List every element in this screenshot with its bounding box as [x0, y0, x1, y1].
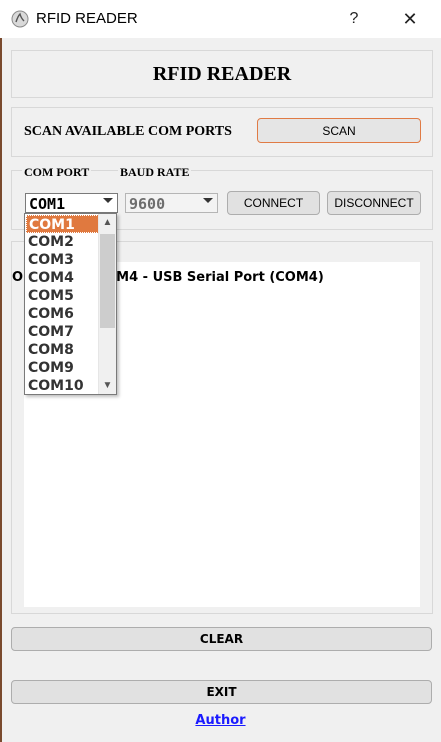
window-title: RFID READER	[36, 10, 138, 27]
header-panel: RFID READER	[11, 50, 433, 98]
chevron-up-icon[interactable]: ▲	[99, 214, 116, 231]
clear-button[interactable]: CLEAR	[11, 627, 432, 651]
app-icon	[11, 10, 29, 28]
chevron-down-icon[interactable]: ▼	[99, 377, 116, 394]
exit-button[interactable]: EXIT	[11, 680, 432, 704]
page-title: RFID READER	[152, 63, 292, 85]
scrollbar-thumb[interactable]	[100, 234, 115, 328]
connect-button[interactable]: CONNECT	[227, 191, 320, 215]
dropdown-item[interactable]: COM9	[26, 359, 99, 377]
dropdown-scrollbar[interactable]: ▲ ▼	[98, 214, 116, 394]
dropdown-item[interactable]: COM1	[26, 215, 99, 233]
baud-rate-select[interactable]: 9600	[125, 193, 218, 213]
chevron-down-icon	[103, 198, 113, 203]
com-port-dropdown[interactable]: COM1 COM2 COM3 COM4 COM5 COM6 COM7 COM8 …	[24, 213, 117, 395]
scan-label: SCAN AVAILABLE COM PORTS	[24, 124, 232, 139]
dropdown-item[interactable]: COM8	[26, 341, 99, 359]
author-link[interactable]: Author	[0, 713, 441, 728]
com-port-label: COM PORT	[22, 165, 92, 180]
chevron-down-icon	[203, 198, 213, 203]
baud-rate-value: 9600	[129, 195, 166, 213]
help-button[interactable]: ?	[332, 0, 376, 38]
dropdown-item[interactable]: COM2	[26, 233, 99, 251]
com-port-select[interactable]: COM1	[25, 193, 118, 213]
scan-button[interactable]: SCAN	[257, 118, 421, 143]
title-bar: RFID READER ? ✕	[0, 0, 441, 38]
scan-panel: SCAN AVAILABLE COM PORTS SCAN	[11, 107, 433, 157]
dropdown-item[interactable]: COM4	[26, 269, 99, 287]
dropdown-item[interactable]: COM7	[26, 323, 99, 341]
disconnect-button[interactable]: DISCONNECT	[327, 191, 421, 215]
baud-rate-label: BAUD RATE	[118, 165, 192, 180]
dropdown-item[interactable]: COM5	[26, 287, 99, 305]
close-button[interactable]: ✕	[388, 0, 432, 38]
com-port-value: COM1	[29, 195, 66, 213]
window-edge	[0, 38, 2, 742]
dropdown-item[interactable]: COM10	[26, 377, 99, 394]
dropdown-item[interactable]: COM6	[26, 305, 99, 323]
dropdown-item[interactable]: COM3	[26, 251, 99, 269]
